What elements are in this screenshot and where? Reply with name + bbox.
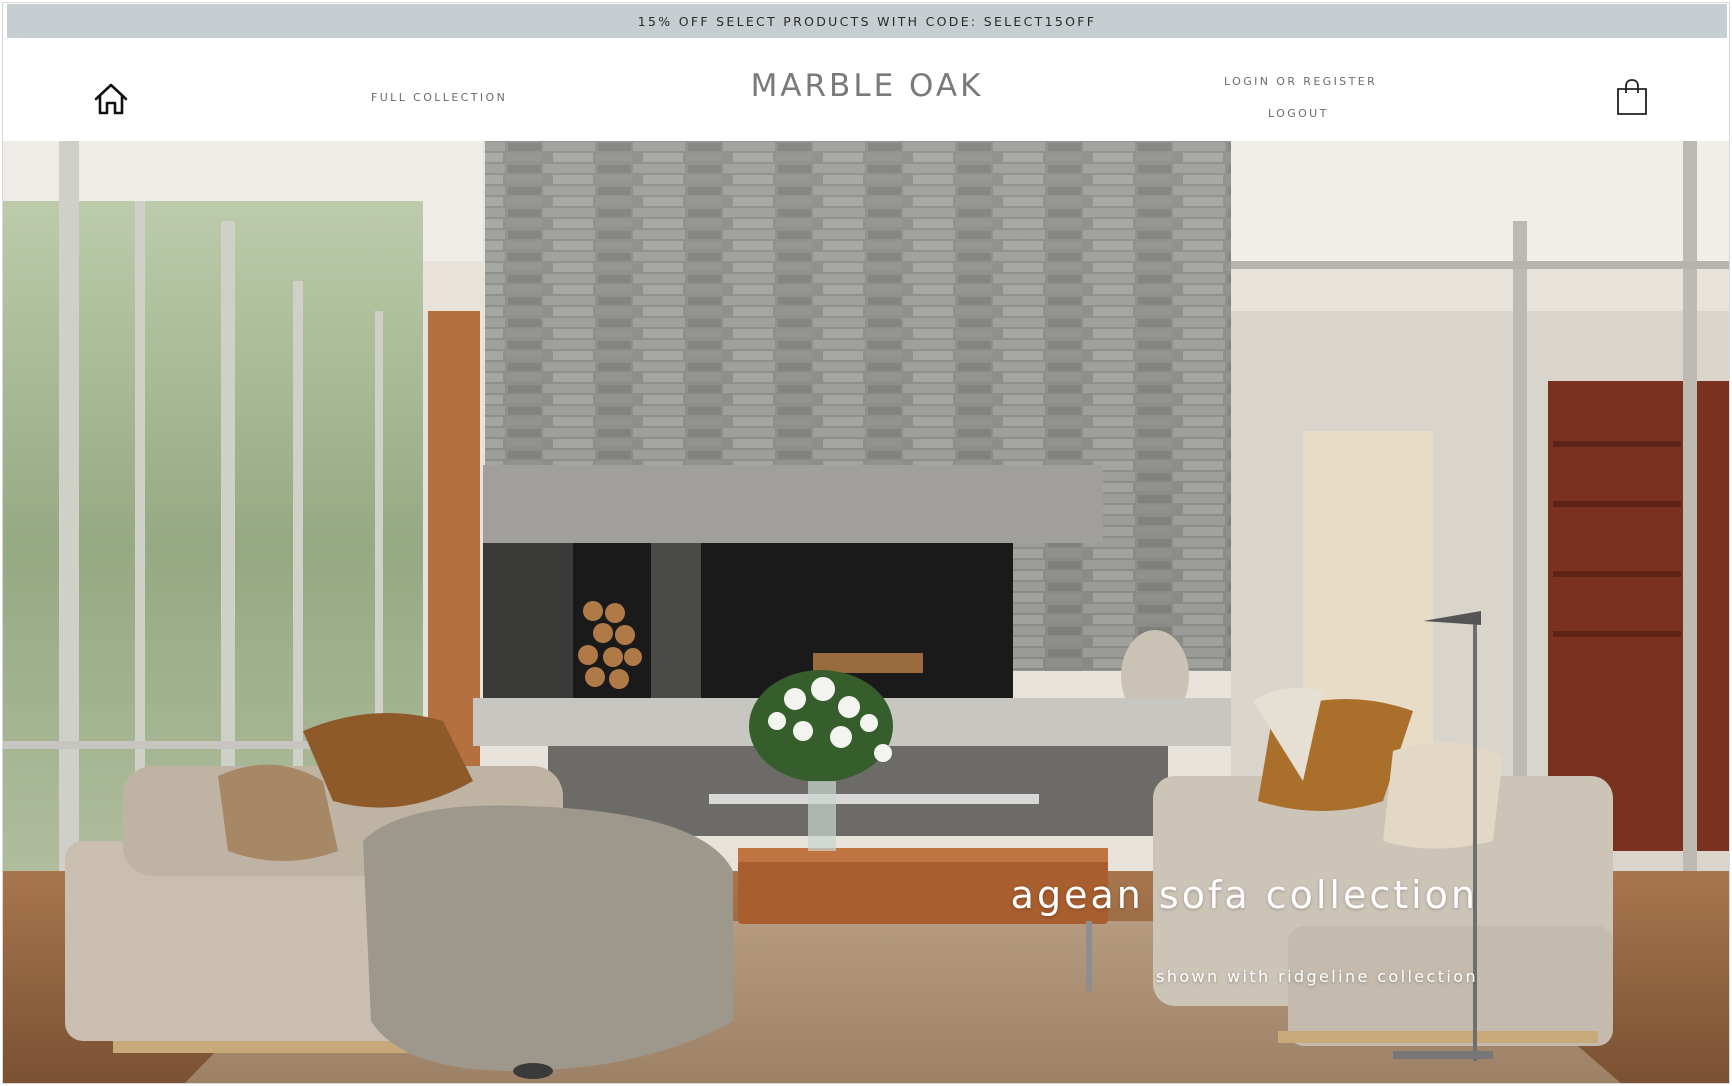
site-header: FULL COLLECTION MARBLE OAK LOGIN OR REGI… [3, 38, 1729, 141]
nav-login-register[interactable]: LOGIN OR REGISTER [1224, 75, 1377, 88]
hero-title[interactable]: agean sofa collection [1011, 873, 1478, 917]
home-button[interactable] [93, 82, 129, 116]
promo-banner: 15% OFF SELECT PRODUCTS WITH CODE: SELEC… [7, 4, 1727, 38]
promo-text: 15% OFF SELECT PRODUCTS WITH CODE: SELEC… [637, 13, 1097, 29]
brand-name[interactable]: MARBLE OAK [751, 68, 984, 104]
hero-banner[interactable]: agean sofa collection shown with ridgeli… [3, 141, 1729, 1083]
home-icon [94, 83, 128, 115]
page-frame: 15% OFF SELECT PRODUCTS WITH CODE: SELEC… [2, 2, 1730, 1084]
nav-logout[interactable]: LOGOUT [1268, 107, 1329, 120]
brand-logo: MARBLE OAK [3, 68, 1729, 104]
cart-button[interactable] [1615, 78, 1649, 116]
hero-subtitle: shown with ridgeline collection [1156, 967, 1478, 986]
hero-image [3, 141, 1729, 1083]
nav-full-collection[interactable]: FULL COLLECTION [371, 91, 507, 104]
shopping-bag-icon [1617, 79, 1647, 115]
